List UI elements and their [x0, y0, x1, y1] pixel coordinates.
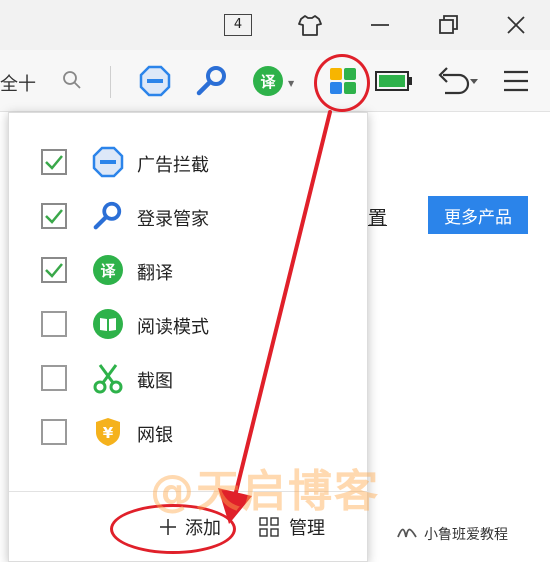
- close-icon: [507, 16, 525, 34]
- search-engine-text[interactable]: 全十: [0, 70, 36, 96]
- translate-glyph: 译: [93, 255, 123, 285]
- adblock-icon: [91, 145, 125, 179]
- shield-yen-icon: ¥: [91, 415, 125, 449]
- checkmark-icon: [45, 155, 63, 170]
- wechat-channel-icon: [397, 528, 417, 538]
- adblock-icon: [139, 65, 171, 97]
- watermark-text: @天启博客: [150, 466, 380, 517]
- password-key-icon: [196, 66, 226, 96]
- checkbox-reading-mode[interactable]: [41, 311, 67, 337]
- checkbox-screenshot[interactable]: [41, 365, 67, 391]
- menu-icon: [504, 70, 528, 92]
- panel-item-label: 截图: [137, 371, 173, 392]
- password-manager-button[interactable]: [194, 64, 230, 98]
- channel-name: 小鲁班爱教程: [424, 527, 508, 543]
- checkbox-translate[interactable]: [41, 257, 67, 283]
- panel-item-label: 网银: [137, 425, 173, 446]
- translate-icon: 译: [260, 72, 276, 91]
- settings-link[interactable]: 置: [368, 203, 387, 230]
- translate-button[interactable]: 译: [253, 66, 283, 96]
- panel-item-label: 翻译: [137, 263, 173, 284]
- restore-button[interactable]: [432, 10, 464, 40]
- search-icon: [63, 71, 81, 89]
- key-icon: [91, 199, 125, 233]
- yen-glyph: ¥: [103, 424, 114, 442]
- restore-icon: [439, 15, 458, 34]
- title-bar: 4: [0, 0, 550, 50]
- minimize-icon: [371, 24, 389, 26]
- adblock-button[interactable]: [138, 64, 172, 98]
- minimize-button[interactable]: [364, 10, 396, 40]
- scissors-icon: [91, 361, 125, 395]
- channel-watermark: 小鲁班爱教程: [396, 524, 508, 544]
- panel-item-reading-mode[interactable]: 阅读模式: [9, 303, 369, 347]
- skin-button[interactable]: [294, 10, 326, 40]
- battery-button[interactable]: [374, 68, 414, 94]
- checkmark-icon: [45, 263, 63, 278]
- panel-item-login-manager[interactable]: 登录管家: [9, 195, 369, 239]
- undo-button[interactable]: [432, 64, 480, 98]
- grid-icon: [259, 517, 279, 537]
- panel-item-label: 广告拦截: [137, 155, 209, 176]
- browser-toolbar: 全十 译 ▼: [0, 50, 550, 112]
- panel-item-translate[interactable]: 译 翻译: [9, 249, 369, 293]
- panel-item-label: 阅读模式: [137, 317, 209, 338]
- battery-icon: [375, 71, 412, 91]
- more-products-button[interactable]: 更多产品: [428, 196, 528, 234]
- checkbox-login-manager[interactable]: [41, 203, 67, 229]
- shirt-icon: [298, 15, 322, 36]
- reading-book-icon: [91, 307, 125, 341]
- menu-button[interactable]: [500, 66, 532, 96]
- undo-icon: [438, 67, 478, 95]
- search-button[interactable]: [62, 70, 82, 94]
- translate-icon: 译: [91, 253, 125, 287]
- checkmark-icon: [45, 209, 63, 224]
- panel-item-label: 登录管家: [137, 209, 209, 230]
- translate-caret-icon[interactable]: ▼: [288, 79, 294, 88]
- checkbox-adblock[interactable]: [41, 149, 67, 175]
- close-button[interactable]: [500, 10, 532, 40]
- panel-item-screenshot[interactable]: 截图: [9, 357, 369, 401]
- toolbar-separator: [110, 66, 111, 98]
- panel-item-online-banking[interactable]: ¥ 网银: [9, 411, 369, 455]
- panel-item-adblock[interactable]: 广告拦截: [9, 141, 369, 185]
- tab-count-badge[interactable]: 4: [224, 14, 252, 36]
- annotation-circle-apps: [314, 54, 370, 112]
- checkbox-online-banking[interactable]: [41, 419, 67, 445]
